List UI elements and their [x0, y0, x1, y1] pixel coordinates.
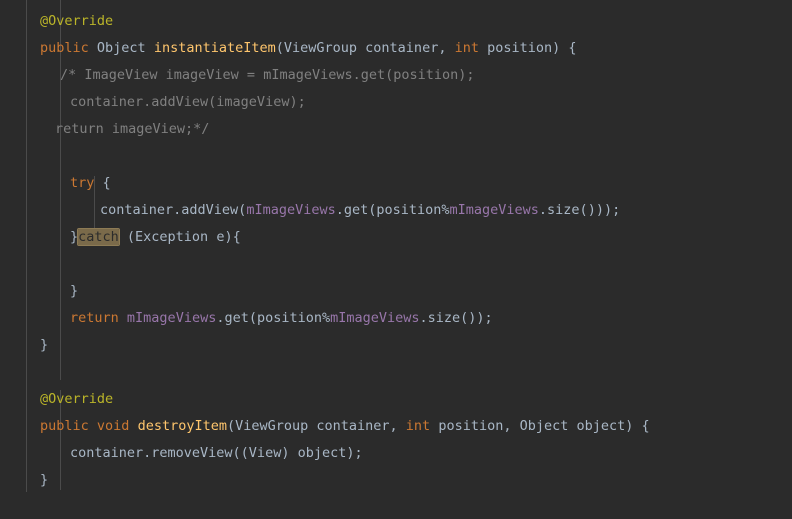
code-token-kw: try [70, 175, 95, 191]
code-line[interactable]: container.removeView((View) object); [0, 440, 792, 467]
code-line[interactable]: public void destroyItem(ViewGroup contai… [0, 413, 792, 440]
code-token-anno: @Override [40, 13, 114, 29]
code-token-plain: .get(position% [216, 310, 331, 326]
code-token-plain: (Exception e){ [118, 229, 241, 245]
code-token-kw: int [405, 418, 431, 434]
code-token-plain: position) { [478, 40, 577, 56]
code-line[interactable]: public Object instantiateItem(ViewGroup … [0, 35, 792, 62]
code-token-plain: } [40, 472, 49, 488]
code-line[interactable] [0, 359, 792, 386]
code-token-plain: position, Object object) { [430, 418, 650, 434]
code-token-plain: .get(position% [335, 202, 450, 218]
code-token-anno: @Override [40, 391, 114, 407]
code-line[interactable]: @Override [0, 386, 792, 413]
code-line[interactable] [0, 494, 792, 519]
code-token-cmt: container.addView(imageView); [70, 94, 306, 110]
code-token-kw: return [70, 310, 119, 326]
code-token-plain: container.addView( [100, 202, 247, 218]
code-line[interactable]: return imageView;*/ [0, 116, 792, 143]
code-line[interactable]: } [0, 467, 792, 494]
code-token-cmt: return imageView;*/ [55, 121, 210, 137]
code-editor[interactable]: @Override public Object instantiateItem(V… [0, 0, 792, 519]
highlighted-token: catch [78, 229, 119, 245]
code-line[interactable]: }catch (Exception e){ [0, 224, 792, 251]
code-token-kw: void [96, 418, 130, 434]
code-token-plain: } [70, 229, 79, 245]
code-token-plain: .size()); [419, 310, 493, 326]
code-token-plain: container.removeView((View) object); [70, 445, 363, 461]
code-line[interactable] [0, 143, 792, 170]
code-line[interactable]: try { [0, 170, 792, 197]
code-token-kw: public [40, 40, 89, 56]
code-token-kw: int [454, 40, 479, 56]
code-token-plain: .size())); [538, 202, 621, 218]
code-line[interactable]: /* ImageView imageView = mImageViews.get… [0, 62, 792, 89]
code-token-kw: public [40, 418, 89, 434]
code-token-plain: } [70, 283, 79, 299]
code-line[interactable]: return mImageViews.get(position%mImageVi… [0, 305, 792, 332]
code-token-plain: (ViewGroup container, [275, 40, 455, 56]
code-token-field: mImageViews [126, 310, 217, 326]
code-line[interactable]: container.addView(mImageViews.get(positi… [0, 197, 792, 224]
code-content[interactable]: @Override public Object instantiateItem(V… [0, 8, 792, 519]
code-token-field: mImageViews [246, 202, 336, 218]
code-line[interactable]: } [0, 332, 792, 359]
code-token-plain: (ViewGroup container, [226, 418, 406, 434]
code-token-field: mImageViews [330, 310, 420, 326]
code-line[interactable] [0, 251, 792, 278]
code-token-method: destroyItem [137, 418, 227, 434]
code-line[interactable]: container.addView(imageView); [0, 89, 792, 116]
code-token-plain: Object [96, 40, 146, 56]
code-token-plain: { [94, 175, 111, 191]
code-line[interactable]: @Override [0, 8, 792, 35]
code-line[interactable]: } [0, 278, 792, 305]
code-token-method: instantiateItem [153, 40, 276, 56]
code-token-plain: } [40, 337, 49, 353]
code-token-field: mImageViews [449, 202, 539, 218]
code-token-cmt: /* ImageView imageView = mImageViews.get… [60, 67, 475, 83]
